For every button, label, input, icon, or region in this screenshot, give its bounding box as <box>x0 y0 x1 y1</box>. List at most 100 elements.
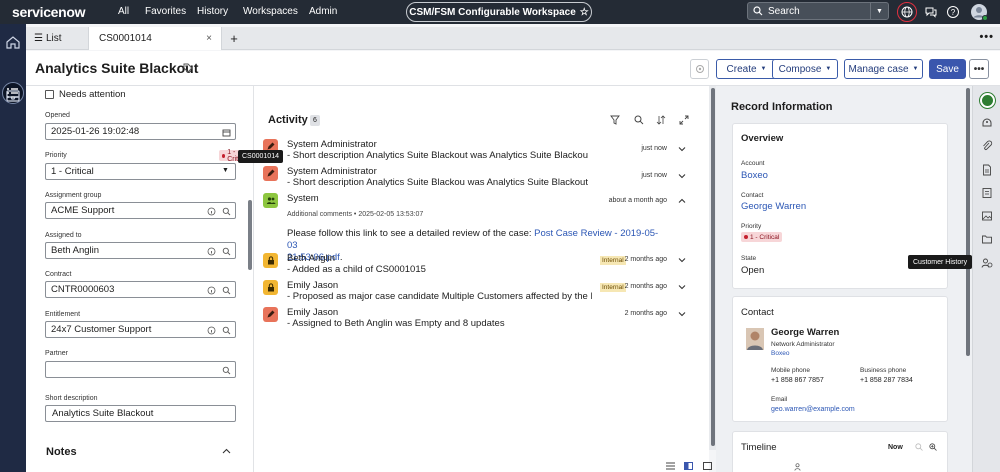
search-scope-dropdown[interactable]: ▼ <box>870 3 888 19</box>
assigned-to-field[interactable]: Beth Anglin <box>45 242 236 259</box>
record-info-scrollbar[interactable] <box>966 88 970 356</box>
activity-entry[interactable]: System about a month ago Additional comm… <box>263 193 703 263</box>
document-icon[interactable] <box>981 164 993 176</box>
search-placeholder: Search <box>768 5 800 17</box>
search-icon <box>753 6 763 16</box>
compose-button[interactable]: Compose ▼ <box>772 59 838 79</box>
chat-icon[interactable] <box>924 5 938 19</box>
email-link[interactable]: geo.warren@example.com <box>771 406 855 413</box>
chevron-up-icon[interactable] <box>678 197 686 205</box>
activity-entry[interactable]: System Administrator - Short description… <box>263 166 703 190</box>
tab-case[interactable]: CS0001014 × <box>88 27 222 50</box>
search-icon[interactable] <box>634 115 644 125</box>
activity-entry[interactable]: System Administrator - Short description… <box>263 139 703 163</box>
workspace-pill[interactable]: CSM/FSM Configurable Workspace ☆ <box>406 2 592 22</box>
inbox-icon[interactable] <box>5 88 21 104</box>
chevron-down-icon[interactable] <box>678 283 686 291</box>
two-column-icon[interactable] <box>684 462 693 470</box>
knowledge-icon[interactable] <box>981 187 993 199</box>
attachment-icon[interactable] <box>981 140 993 152</box>
entitlement-label: Entitlement <box>45 311 81 318</box>
nav-favorites[interactable]: Favorites <box>145 6 186 17</box>
close-tab-icon[interactable]: × <box>206 33 212 44</box>
assignment-group-field[interactable]: ACME Support <box>45 202 236 219</box>
search-icon[interactable] <box>222 207 231 216</box>
activity-entry[interactable]: Emily Jason - Proposed as major case can… <box>263 280 703 304</box>
assigned-to-label: Assigned to <box>45 232 82 239</box>
activity-entry[interactable]: Emily Jason - Assigned to Beth Anglin wa… <box>263 307 703 331</box>
zoom-out-icon[interactable] <box>915 443 923 451</box>
opened-field[interactable]: 2025-01-26 19:02:48 <box>45 123 236 140</box>
add-tab-button[interactable]: + <box>226 27 242 50</box>
globe-icon[interactable] <box>897 2 917 22</box>
form-scrollbar[interactable] <box>248 200 252 270</box>
nav-workspaces[interactable]: Workspaces <box>243 6 298 17</box>
nav-history[interactable]: History <box>197 6 228 17</box>
short-description-field[interactable]: Analytics Suite Blackout <box>45 405 236 422</box>
priority-select[interactable]: 1 - Critical ▼ <box>45 163 236 180</box>
star-icon[interactable]: ☆ <box>580 7 589 18</box>
settings-icon[interactable] <box>690 59 709 79</box>
priority-value: 1 - Critical <box>51 166 94 177</box>
folder-icon[interactable] <box>981 233 993 245</box>
single-column-icon[interactable] <box>666 462 675 470</box>
activity-time: just now <box>641 172 667 179</box>
image-icon[interactable] <box>981 210 993 222</box>
chevron-down-icon[interactable] <box>678 310 686 318</box>
search-icon[interactable] <box>222 326 231 335</box>
tab-overflow-button[interactable]: ••• <box>979 31 994 43</box>
person-icon <box>794 463 801 471</box>
account-link[interactable]: Boxeo <box>741 170 768 181</box>
partner-label: Partner <box>45 350 68 357</box>
chevron-down-icon[interactable] <box>678 145 686 153</box>
sort-icon[interactable] <box>656 115 666 125</box>
user-avatar-icon[interactable] <box>970 3 988 21</box>
info-icon[interactable] <box>207 207 216 216</box>
global-search[interactable]: Search ▼ <box>747 2 889 20</box>
chevron-down-icon[interactable] <box>678 256 686 264</box>
help-icon[interactable]: ? <box>946 5 960 19</box>
zoom-in-icon[interactable] <box>929 443 937 451</box>
info-icon[interactable] <box>207 326 216 335</box>
chevron-down-icon[interactable] <box>678 172 686 180</box>
priority-label: Priority <box>45 152 67 159</box>
contact-name[interactable]: George Warren <box>771 327 839 338</box>
tag-icon[interactable] <box>183 63 193 73</box>
nav-admin[interactable]: Admin <box>309 6 337 17</box>
record-header: Analytics Suite Blackout Create ▼ Compose… <box>26 51 1000 86</box>
agent-assist-icon[interactable] <box>980 93 995 108</box>
manage-case-button[interactable]: Manage case ▼ <box>844 59 923 79</box>
chevron-up-icon[interactable] <box>222 448 231 455</box>
three-column-icon[interactable] <box>703 462 712 470</box>
priority-label: Priority <box>741 223 762 230</box>
calendar-icon[interactable] <box>222 128 231 137</box>
activity-entry[interactable]: Beth Anglin - Added as a child of CS0001… <box>263 253 703 277</box>
customer-history-icon[interactable] <box>981 257 993 269</box>
servicenow-logo[interactable]: servicenow <box>12 4 86 20</box>
needs-attention-checkbox[interactable]: Needs attention <box>45 89 126 100</box>
timeline-now[interactable]: Now <box>888 444 903 451</box>
assignment-group-value: ACME Support <box>51 205 115 216</box>
checkbox-box[interactable] <box>45 90 54 99</box>
mobile-value: +1 858 867 7857 <box>771 377 824 384</box>
more-actions-button[interactable]: ••• <box>969 59 989 79</box>
entitlement-field[interactable]: 24x7 Customer Support <box>45 321 236 338</box>
create-button[interactable]: Create ▼ <box>716 59 777 79</box>
filter-icon[interactable] <box>610 115 620 125</box>
save-button[interactable]: Save <box>929 59 966 79</box>
search-icon[interactable] <box>222 286 231 295</box>
contract-field[interactable]: CNTR0000603 <box>45 281 236 298</box>
search-icon[interactable] <box>222 247 231 256</box>
partner-field[interactable] <box>45 361 236 378</box>
activity-scrollbar[interactable] <box>711 88 715 446</box>
tab-list[interactable]: ☰ List <box>30 27 85 50</box>
home-icon[interactable] <box>5 34 21 50</box>
ai-assist-icon[interactable] <box>981 117 993 129</box>
search-icon[interactable] <box>222 366 231 375</box>
contact-company[interactable]: Boxeo <box>771 350 789 357</box>
expand-icon[interactable] <box>679 115 689 125</box>
nav-all[interactable]: All <box>118 6 129 17</box>
info-icon[interactable] <box>207 247 216 256</box>
contact-link[interactable]: George Warren <box>741 201 806 212</box>
info-icon[interactable] <box>207 286 216 295</box>
